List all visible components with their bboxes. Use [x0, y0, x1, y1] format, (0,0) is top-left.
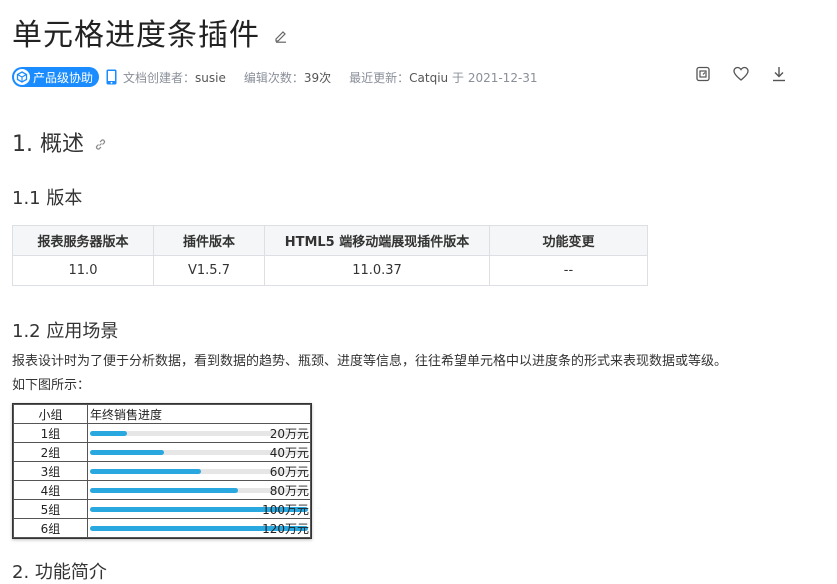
page-title: 单元格进度条插件 — [12, 18, 260, 53]
group-cell: 4组 — [13, 480, 88, 500]
group-cell: 5组 — [13, 499, 88, 519]
progress-fill — [90, 450, 165, 455]
edit-icon[interactable] — [274, 28, 288, 47]
cube-icon — [14, 69, 30, 85]
progress-bar-example-image: 小组 年终销售进度 1组 20万元 2组 40万元 3组 60万元 4组 80万元 5组 100万… — [12, 403, 312, 539]
link-icon[interactable] — [94, 132, 107, 157]
table-header-cell: HTML5 端移动端展现插件版本 — [264, 225, 490, 256]
table-header-cell: 插件版本 — [153, 225, 265, 256]
table-header-row: 小组 年终销售进度 — [13, 404, 311, 424]
progress-table: 小组 年终销售进度 1组 20万元 2组 40万元 3组 60万元 4组 80万元 5组 100万… — [13, 404, 311, 538]
progress-cell: 80万元 — [87, 480, 311, 500]
section-heading-scenario: 1.2 应用场景 — [12, 321, 119, 342]
version-table: 报表服务器版本 插件版本 HTML5 端移动端展现插件版本 功能变更 11.0 … — [12, 225, 648, 286]
group-cell: 3组 — [13, 461, 88, 481]
progress-value: 20万元 — [269, 427, 309, 441]
mobile-icon — [106, 69, 117, 85]
progress-cell: 40万元 — [87, 442, 311, 462]
heart-icon[interactable] — [731, 64, 751, 84]
doc-creator: 文档创建者：susie — [123, 70, 226, 85]
title-row: 单元格进度条插件 — [12, 10, 288, 54]
progress-value: 40万元 — [269, 446, 309, 460]
table-row: 1组 20万元 — [13, 423, 311, 443]
section-heading-version: 1.1 版本 — [12, 188, 83, 209]
table-cell: V1.5.7 — [153, 255, 265, 286]
progress-value: 100万元 — [262, 503, 309, 517]
progress-cell: 60万元 — [87, 461, 311, 481]
progress-cell: 20万元 — [87, 423, 311, 443]
product-support-badge[interactable]: 产品级协助 — [12, 67, 100, 87]
group-cell: 2组 — [13, 442, 88, 462]
table-header-cell: 功能变更 — [489, 225, 648, 256]
section-heading-overview: 1. 概述 — [12, 126, 107, 158]
progress-value: 60万元 — [269, 465, 309, 479]
group-cell: 6组 — [13, 518, 88, 538]
progress-fill — [90, 431, 128, 436]
progress-cell: 100万元 — [87, 499, 311, 519]
table-header-cell: 年终销售进度 — [87, 404, 311, 424]
badge-label: 产品级协助 — [33, 70, 94, 85]
edit-count: 编辑次数：39次 — [243, 70, 332, 85]
doc-actions — [693, 64, 789, 84]
download-icon[interactable] — [769, 64, 789, 84]
progress-cell: 120万元 — [87, 518, 311, 538]
table-header-cell: 报表服务器版本 — [12, 225, 154, 256]
table-row: 6组 120万元 — [13, 518, 311, 538]
table-cell: 11.0 — [12, 255, 154, 286]
table-row: 3组 60万元 — [13, 461, 311, 481]
table-row: 4组 80万元 — [13, 480, 311, 500]
progress-fill — [90, 488, 239, 493]
next-section-heading-partial: 2. 功能简介 — [12, 562, 107, 583]
table-row: 2组 40万元 — [13, 442, 311, 462]
doc-meta: 产品级协助 文档创建者：susie 编辑次数：39次 最近更新：Catqiu 于… — [12, 66, 556, 88]
table-header-cell: 小组 — [13, 404, 88, 424]
copy-icon[interactable] — [693, 64, 713, 84]
scenario-description: 报表设计时为了便于分析数据，看到数据的趋势、瓶颈、进度等信息，往往希望单元格中以… — [12, 354, 728, 393]
progress-value: 80万元 — [269, 484, 309, 498]
progress-value: 120万元 — [262, 522, 309, 536]
table-cell: 11.0.37 — [264, 255, 490, 286]
table-row: 11.0 V1.5.7 11.0.37 -- — [12, 255, 648, 286]
table-row: 5组 100万元 — [13, 499, 311, 519]
progress-fill — [90, 469, 202, 474]
table-cell: -- — [489, 255, 648, 286]
last-updated: 最近更新：Catqiu 于 2021-12-31 — [349, 70, 538, 85]
table-header-row: 报表服务器版本 插件版本 HTML5 端移动端展现插件版本 功能变更 — [12, 225, 648, 256]
group-cell: 1组 — [13, 423, 88, 443]
